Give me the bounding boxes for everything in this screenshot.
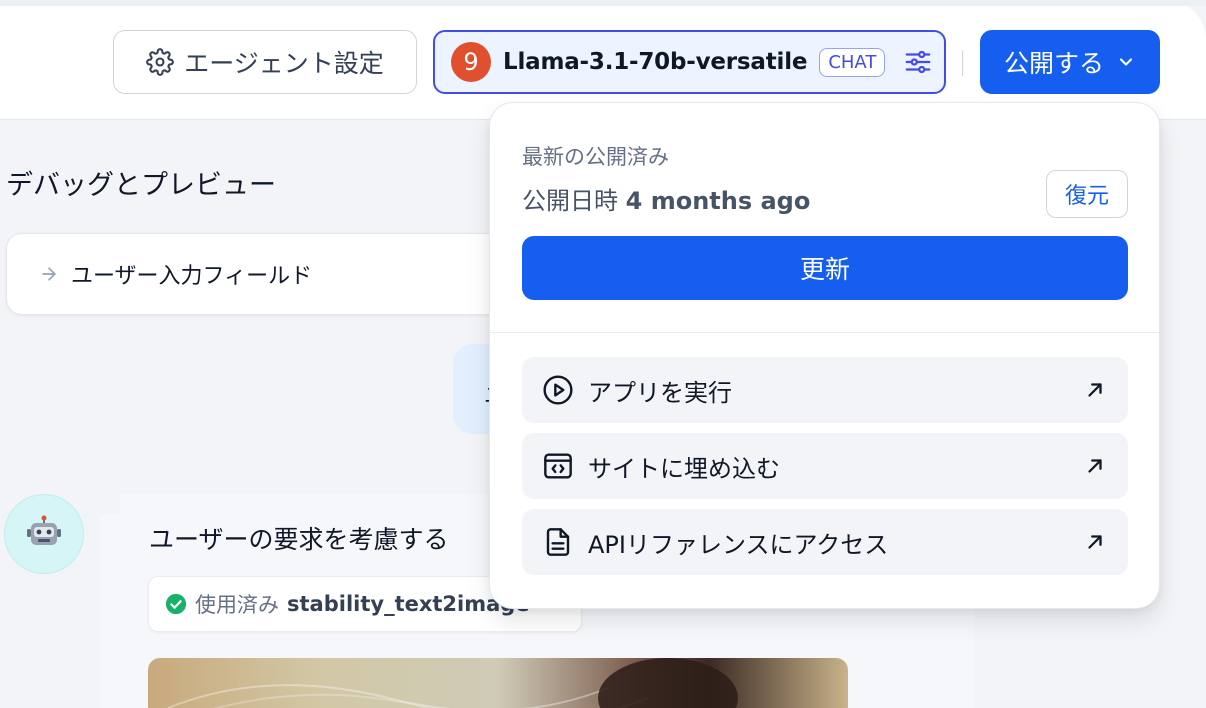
publish-label: 公開する bbox=[1003, 49, 1104, 78]
generated-image[interactable] bbox=[148, 658, 848, 708]
document-icon bbox=[542, 526, 574, 558]
update-button[interactable]: 更新 bbox=[522, 236, 1128, 300]
published-at-prefix: 公開日時 bbox=[522, 187, 618, 215]
publish-button[interactable]: 公開する bbox=[980, 30, 1160, 94]
header-divider bbox=[962, 50, 963, 76]
check-circle-icon bbox=[165, 593, 187, 615]
bot-answer-text: ユーザーの要求を考慮する bbox=[149, 525, 449, 554]
embed-site-label: サイトに埋め込む bbox=[588, 454, 780, 483]
restore-button[interactable]: 復元 bbox=[1046, 170, 1128, 218]
publish-dropdown: 最新の公開済み 公開日時 4 months ago 復元 更新 アプリを実行 サ… bbox=[489, 102, 1160, 609]
latest-published-label: 最新の公開済み bbox=[522, 145, 669, 169]
agent-settings-label: エージェント設定 bbox=[184, 49, 384, 78]
agent-settings-button[interactable]: エージェント設定 bbox=[113, 30, 417, 94]
robot-icon bbox=[27, 515, 61, 545]
run-app-item[interactable]: アプリを実行 bbox=[522, 357, 1128, 423]
gear-icon bbox=[146, 48, 175, 76]
model-provider-avatar: 9 bbox=[451, 42, 491, 82]
header-topline bbox=[0, 0, 1206, 6]
user-input-field-label: ユーザー入力フィールド bbox=[71, 264, 313, 289]
arrow-right-icon bbox=[39, 264, 59, 284]
arrow-up-right-icon bbox=[1084, 379, 1106, 407]
embed-site-item[interactable]: サイトに埋め込む bbox=[522, 433, 1128, 499]
model-selector[interactable]: 9 Llama-3.1-70b-versatile CHAT bbox=[433, 30, 946, 94]
debug-preview-title: デバッグとプレビュー bbox=[6, 170, 276, 201]
api-reference-item[interactable]: APIリファレンスにアクセス bbox=[522, 509, 1128, 575]
user-input-field-toggle[interactable]: ユーザー入力フィールド bbox=[6, 233, 546, 315]
arrow-up-right-icon bbox=[1084, 531, 1106, 559]
embed-code-icon bbox=[542, 450, 574, 482]
dropdown-divider bbox=[490, 332, 1159, 333]
published-at-time: 4 months ago bbox=[625, 187, 811, 215]
bot-avatar bbox=[4, 494, 84, 574]
tool-used-prefix: 使用済み bbox=[195, 593, 279, 617]
model-name: Llama-3.1-70b-versatile bbox=[503, 49, 808, 75]
run-app-label: アプリを実行 bbox=[588, 378, 732, 407]
model-mode-badge: CHAT bbox=[819, 47, 886, 77]
play-circle-icon bbox=[542, 374, 574, 406]
chevron-down-icon bbox=[1116, 52, 1136, 72]
arrow-up-right-icon bbox=[1084, 455, 1106, 483]
sliders-icon[interactable] bbox=[903, 47, 933, 77]
api-reference-label: APIリファレンスにアクセス bbox=[588, 530, 889, 559]
published-at: 公開日時 4 months ago bbox=[522, 181, 810, 216]
generated-image-texture bbox=[167, 658, 738, 708]
